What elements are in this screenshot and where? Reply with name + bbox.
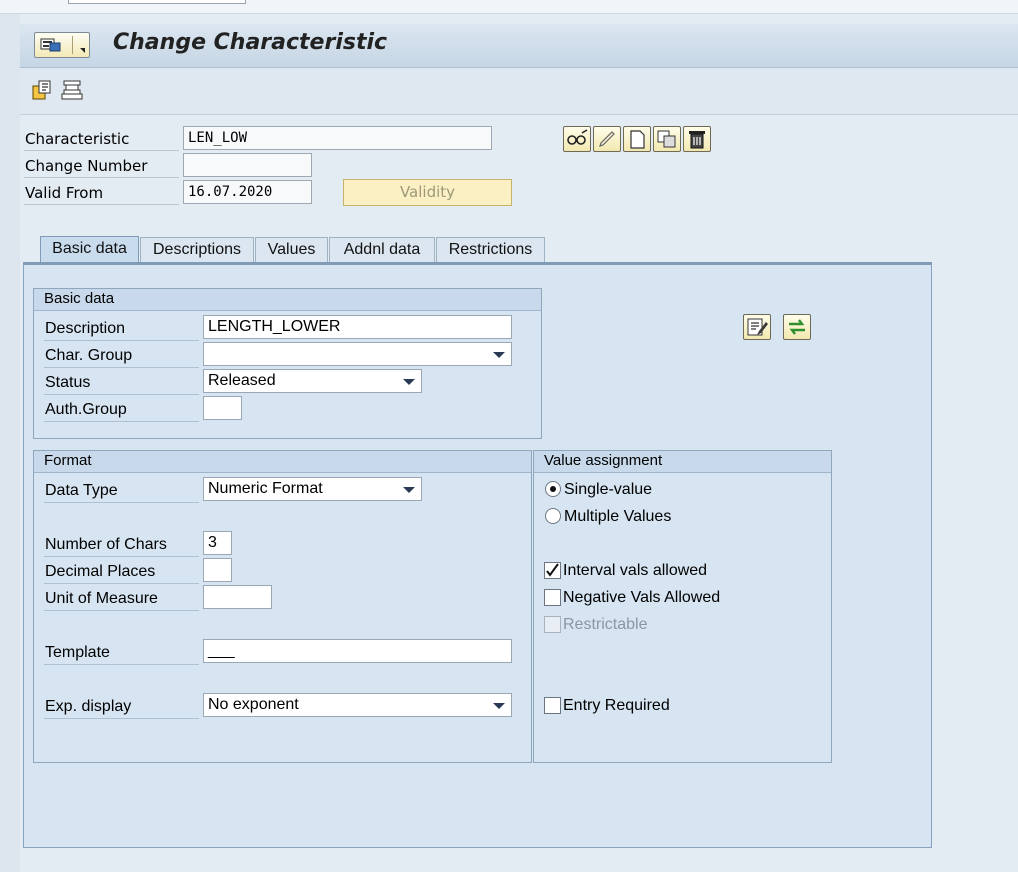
chevron-down-icon <box>80 48 85 53</box>
characteristic-field[interactable]: LEN_LOW <box>183 126 492 150</box>
auth-group-label: Auth.Group <box>44 397 199 422</box>
interval-vals-checkbox[interactable]: Interval vals allowed <box>544 560 774 582</box>
interval-vals-label: Interval vals allowed <box>563 562 708 579</box>
status-value: Released <box>208 372 276 389</box>
char-group-select[interactable] <box>203 342 512 366</box>
exp-display-label: Exp. display <box>44 694 199 719</box>
page-title: Change Characteristic <box>113 30 388 55</box>
tab-addnl-data[interactable]: Addnl data <box>329 237 435 262</box>
auth-group-input[interactable] <box>203 396 242 420</box>
edit-text-button[interactable] <box>743 314 771 340</box>
radio-selected-icon <box>545 481 561 497</box>
tab-values[interactable]: Values <box>255 237 328 262</box>
copy-icon <box>657 130 676 148</box>
negative-vals-checkbox[interactable]: Negative Vals Allowed <box>544 587 774 609</box>
change-number-label: Change Number <box>24 154 179 178</box>
dropdown-arrow-icon <box>493 352 505 358</box>
checkbox-checked-icon <box>544 562 561 579</box>
template-input[interactable]: ___ <box>203 639 512 663</box>
radio-empty-icon <box>545 508 561 524</box>
data-type-label: Data Type <box>44 478 199 503</box>
characteristic-label: Characteristic <box>24 127 179 151</box>
basic-data-group-title: Basic data <box>34 289 541 311</box>
exp-display-select[interactable]: No exponent <box>203 693 512 717</box>
delete-icon <box>689 131 705 149</box>
restrictable-checkbox: Restrictable <box>544 614 774 636</box>
valid-from-label: Valid From <box>24 181 179 205</box>
num-chars-input[interactable]: 3 <box>203 531 232 555</box>
checkbox-empty-icon <box>544 589 561 606</box>
switch-icon <box>789 319 805 335</box>
multiple-values-radio[interactable]: Multiple Values <box>545 506 745 528</box>
unit-of-measure-label: Unit of Measure <box>44 586 199 611</box>
other-object-icon[interactable] <box>30 78 54 102</box>
single-value-radio[interactable]: Single-value <box>545 479 745 501</box>
checkbox-empty-icon <box>544 697 561 714</box>
create-button[interactable] <box>623 126 651 152</box>
dropdown-arrow-icon <box>403 487 415 493</box>
entry-required-label: Entry Required <box>563 697 670 714</box>
tab-restrictions[interactable]: Restrictions <box>436 237 545 262</box>
multiple-values-label: Multiple Values <box>564 508 672 525</box>
format-group-title: Format <box>34 451 531 473</box>
entry-required-checkbox[interactable]: Entry Required <box>544 695 774 717</box>
char-group-label: Char. Group <box>44 343 199 368</box>
display-change-icon <box>567 129 588 145</box>
dropdown-arrow-icon <box>493 703 505 709</box>
change-number-field[interactable] <box>183 153 312 177</box>
tab-basic-data[interactable]: Basic data <box>40 236 139 263</box>
data-type-select[interactable]: Numeric Format <box>203 477 422 501</box>
negative-vals-label: Negative Vals Allowed <box>563 589 721 606</box>
description-label: Description <box>44 316 199 341</box>
classes-icon[interactable] <box>60 78 84 102</box>
decimal-places-label: Decimal Places <box>44 559 199 584</box>
left-margin <box>0 14 20 872</box>
dropdown-arrow-icon <box>403 379 415 385</box>
restrictable-label: Restrictable <box>563 616 648 633</box>
data-type-value: Numeric Format <box>208 480 323 497</box>
unit-of-measure-input[interactable] <box>203 585 272 609</box>
edit-text-icon <box>747 318 768 336</box>
command-field[interactable] <box>68 0 246 4</box>
template-label: Template <box>44 640 199 665</box>
value-assignment-group-title: Value assignment <box>534 451 831 473</box>
edit-pencil-icon <box>599 131 615 147</box>
display-change-button[interactable] <box>563 126 591 152</box>
menu-icon <box>40 38 61 52</box>
status-label: Status <box>44 370 199 395</box>
validity-button[interactable]: Validity <box>343 179 512 206</box>
create-icon <box>630 130 645 149</box>
exp-display-value: No exponent <box>208 696 299 713</box>
valid-from-field[interactable]: 16.07.2020 <box>183 180 312 204</box>
single-value-label: Single-value <box>564 481 653 498</box>
decimal-places-input[interactable] <box>203 558 232 582</box>
num-chars-label: Number of Chars <box>44 532 199 557</box>
copy-button[interactable] <box>653 126 681 152</box>
delete-button[interactable] <box>683 126 711 152</box>
checkbox-disabled-icon <box>544 616 561 633</box>
description-input[interactable]: LENGTH_LOWER <box>203 315 512 339</box>
edit-button[interactable] <box>593 126 621 152</box>
menu-button[interactable] <box>34 32 90 58</box>
status-select[interactable]: Released <box>203 369 422 393</box>
tab-descriptions[interactable]: Descriptions <box>140 237 254 262</box>
switch-button[interactable] <box>783 314 811 340</box>
application-toolbar <box>20 68 1018 115</box>
